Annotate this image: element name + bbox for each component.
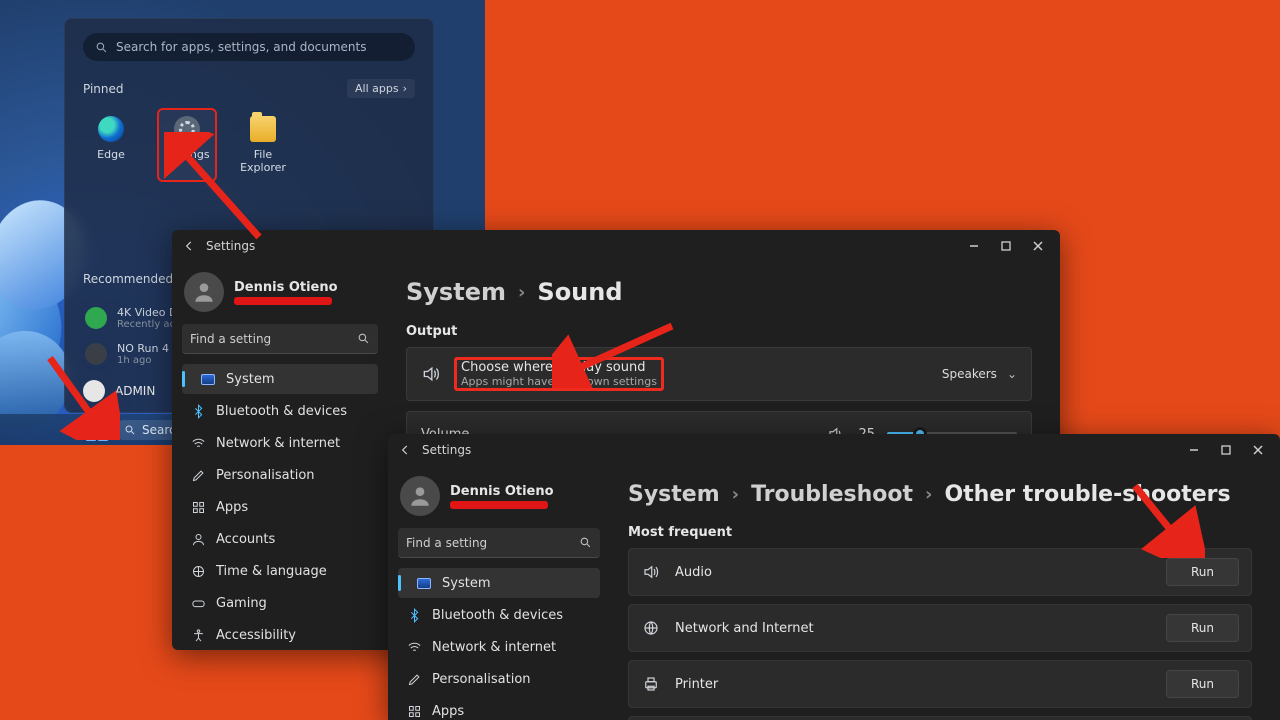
troubleshooter-audio: Audio Run bbox=[628, 548, 1252, 596]
gamepad-icon bbox=[191, 596, 206, 611]
system-icon bbox=[417, 578, 431, 589]
nav-apps[interactable]: Apps bbox=[398, 696, 600, 720]
nav-apps[interactable]: Apps bbox=[182, 492, 378, 522]
section-output-label: Output bbox=[406, 324, 1032, 339]
titlebar[interactable]: Settings bbox=[172, 230, 1060, 262]
brush-icon bbox=[407, 672, 422, 687]
troubleshooter-network: Network and Internet Run bbox=[628, 604, 1252, 652]
content-pane: System › Troubleshoot › Other trouble-sh… bbox=[610, 466, 1280, 720]
apps-icon bbox=[191, 500, 206, 515]
search-icon bbox=[124, 424, 136, 436]
app-icon bbox=[85, 307, 107, 329]
sidebar: Dennis Otieno Find a setting System Blue… bbox=[388, 466, 610, 720]
accessibility-icon bbox=[191, 628, 206, 643]
minimize-button[interactable] bbox=[1180, 439, 1208, 461]
start-search[interactable]: Search for apps, settings, and documents bbox=[83, 33, 415, 61]
wifi-icon bbox=[191, 436, 206, 451]
chevron-right-icon: › bbox=[518, 282, 525, 303]
crumb-troubleshoot[interactable]: Troubleshoot bbox=[751, 482, 913, 507]
chevron-right-icon: › bbox=[925, 484, 932, 505]
window-title: Settings bbox=[206, 239, 255, 253]
troubleshooter-printer: Printer Run bbox=[628, 660, 1252, 708]
run-button[interactable]: Run bbox=[1166, 670, 1239, 698]
chevron-down-icon: ⌄ bbox=[1007, 367, 1017, 381]
output-device-value: Speakers bbox=[942, 367, 997, 381]
close-button[interactable] bbox=[1024, 235, 1052, 257]
run-button[interactable]: Run bbox=[1166, 558, 1239, 586]
redacted-email bbox=[234, 297, 332, 305]
chevron-right-icon: › bbox=[732, 484, 739, 505]
file-explorer-icon bbox=[250, 116, 276, 142]
nav-time-language[interactable]: Time & language bbox=[182, 556, 378, 586]
pinned-app-file-explorer[interactable]: File Explorer bbox=[235, 110, 291, 180]
clock-globe-icon bbox=[191, 564, 206, 579]
close-button[interactable] bbox=[1244, 439, 1272, 461]
search-icon bbox=[95, 41, 108, 54]
user-avatar[interactable] bbox=[400, 476, 440, 516]
pinned-heading: Pinned bbox=[83, 82, 124, 96]
crumb-sound: Sound bbox=[537, 278, 622, 306]
system-icon bbox=[201, 374, 215, 385]
nav-accessibility[interactable]: Accessibility bbox=[182, 620, 378, 650]
user-name: Dennis Otieno bbox=[450, 484, 554, 499]
nav-bluetooth[interactable]: Bluetooth & devices bbox=[182, 396, 378, 426]
chevron-right-icon: › bbox=[403, 82, 407, 95]
minimize-button[interactable] bbox=[960, 235, 988, 257]
pinned-app-settings[interactable]: Settings bbox=[159, 110, 215, 180]
speaker-icon bbox=[641, 562, 661, 582]
user-name: ADMIN bbox=[115, 384, 155, 398]
titlebar[interactable]: Settings bbox=[388, 434, 1280, 466]
redacted-email bbox=[450, 501, 548, 509]
output-device-card[interactable]: Choose where to play sound Apps might ha… bbox=[406, 347, 1032, 401]
settings-icon bbox=[174, 116, 200, 142]
nav-bluetooth[interactable]: Bluetooth & devices bbox=[398, 600, 600, 630]
window-title: Settings bbox=[422, 443, 471, 457]
recommended-heading: Recommended bbox=[83, 272, 173, 286]
nav-personalisation[interactable]: Personalisation bbox=[182, 460, 378, 490]
nav-accounts[interactable]: Accounts bbox=[182, 524, 378, 554]
run-button[interactable]: Run bbox=[1166, 614, 1239, 642]
user-avatar[interactable] bbox=[184, 272, 224, 312]
nav-personalisation[interactable]: Personalisation bbox=[398, 664, 600, 694]
speaker-icon bbox=[421, 364, 441, 384]
search-icon bbox=[579, 536, 592, 549]
nav-gaming[interactable]: Gaming bbox=[182, 588, 378, 618]
bluetooth-icon bbox=[191, 404, 206, 419]
maximize-button[interactable] bbox=[1212, 439, 1240, 461]
brush-icon bbox=[191, 468, 206, 483]
nav-system[interactable]: System bbox=[182, 364, 378, 394]
find-setting-input[interactable]: Find a setting bbox=[398, 528, 600, 558]
user-avatar[interactable] bbox=[83, 380, 105, 402]
section-most-frequent: Most frequent bbox=[628, 525, 1252, 540]
breadcrumb: System › Sound bbox=[406, 278, 1032, 306]
all-apps-button[interactable]: All apps › bbox=[347, 79, 415, 98]
wifi-icon bbox=[407, 640, 422, 655]
find-setting-input[interactable]: Find a setting bbox=[182, 324, 378, 354]
maximize-button[interactable] bbox=[992, 235, 1020, 257]
troubleshooter-windows-update: Windows Update Run bbox=[628, 716, 1252, 720]
breadcrumb: System › Troubleshoot › Other trouble-sh… bbox=[628, 482, 1252, 507]
back-icon[interactable] bbox=[398, 443, 412, 457]
nav-system[interactable]: System bbox=[398, 568, 600, 598]
pinned-app-edge[interactable]: Edge bbox=[83, 110, 139, 180]
bluetooth-icon bbox=[407, 608, 422, 623]
crumb-system[interactable]: System bbox=[628, 482, 720, 507]
back-icon[interactable] bbox=[182, 239, 196, 253]
user-name: Dennis Otieno bbox=[234, 280, 338, 295]
start-button[interactable] bbox=[86, 419, 108, 441]
globe-icon bbox=[641, 618, 661, 638]
nav-network[interactable]: Network & internet bbox=[398, 632, 600, 662]
printer-icon bbox=[641, 674, 661, 694]
edge-icon bbox=[98, 116, 124, 142]
search-icon bbox=[357, 332, 370, 345]
nav-network[interactable]: Network & internet bbox=[182, 428, 378, 458]
person-icon bbox=[191, 532, 206, 547]
crumb-system[interactable]: System bbox=[406, 278, 506, 306]
start-search-placeholder: Search for apps, settings, and documents bbox=[116, 40, 367, 54]
crumb-other: Other trouble-shooters bbox=[944, 482, 1230, 507]
sidebar: Dennis Otieno Find a setting System Blue… bbox=[172, 262, 388, 650]
apps-icon bbox=[407, 704, 422, 719]
settings-window-troubleshoot: Settings Dennis Otieno Find a setting bbox=[388, 434, 1280, 720]
app-icon bbox=[85, 343, 107, 365]
